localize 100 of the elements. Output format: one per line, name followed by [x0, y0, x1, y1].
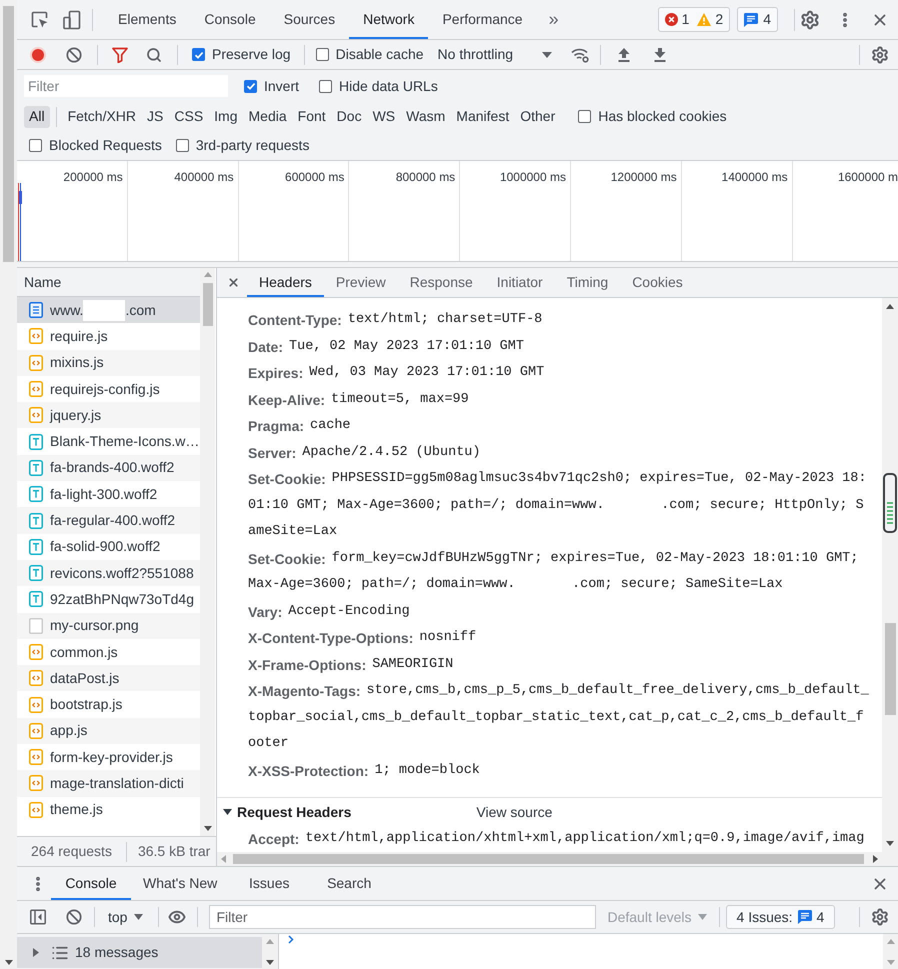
type-filter-button[interactable]: CSS [169, 106, 208, 128]
checkbox[interactable] [316, 48, 329, 61]
type-filter-button[interactable]: Media [244, 106, 292, 128]
scrollbar-thumb[interactable] [202, 283, 212, 326]
request-name: require.js [50, 326, 108, 346]
panel-tab[interactable]: Sources [270, 0, 350, 39]
scroll-down-arrow-icon[interactable] [266, 960, 274, 965]
details-tab[interactable]: Cookies [620, 268, 695, 297]
request-name: fa-brands-400.woff2 [50, 458, 174, 478]
scrollbar-thumb[interactable] [3, 6, 14, 262]
checkbox-label[interactable]: Hide data URLs [339, 76, 438, 96]
eye-icon[interactable] [168, 908, 186, 926]
more-tabs-button[interactable]: » [536, 0, 571, 39]
device-icon[interactable] [62, 10, 82, 30]
drawer-tab[interactable]: What's New [131, 867, 230, 900]
details-tab[interactable]: Timing [554, 268, 620, 297]
checkbox[interactable] [29, 139, 42, 152]
panel-tab[interactable]: Elements [104, 0, 190, 39]
filter-icon[interactable] [112, 46, 128, 62]
details-tab[interactable]: Response [398, 268, 485, 297]
view-source-link[interactable]: View source [476, 802, 552, 822]
search-icon[interactable] [146, 46, 162, 62]
checkbox[interactable] [192, 48, 205, 61]
response-header: Date: Tue, 02 May 2023 17:01:10 GMT [248, 338, 525, 356]
type-filter-button[interactable]: WS [368, 106, 400, 128]
request-row[interactable]: my-cursor.png [17, 612, 200, 639]
request-row[interactable]: mixins.js [17, 350, 200, 376]
panel-tab[interactable]: Performance [428, 0, 537, 39]
expand-caret-icon[interactable] [223, 809, 232, 815]
checkbox-label[interactable]: Disable cache [336, 44, 424, 65]
wifi-gear-icon[interactable] [571, 46, 590, 62]
request-name: common.js [50, 642, 118, 662]
checkbox-label[interactable]: Preserve log [212, 44, 291, 65]
code-file-icon [29, 696, 43, 713]
request-row[interactable]: revicons.woff2?551088 [17, 560, 200, 586]
error-icon [664, 13, 678, 26]
request-name: mixins.js [50, 353, 104, 372]
scrollbar-thumb[interactable] [884, 623, 896, 715]
code-file-icon [29, 644, 43, 660]
type-filter-button[interactable]: Img [209, 106, 243, 128]
type-filter-button[interactable]: Font [292, 106, 331, 128]
filter-input[interactable]: Filter [209, 905, 596, 929]
settings-icon[interactable] [800, 10, 820, 30]
request-row[interactable]: app.js [17, 718, 200, 744]
errors-warnings-button[interactable]: 1 2 [658, 7, 730, 32]
type-filter-button[interactable]: Wasm [401, 106, 450, 128]
settings-icon[interactable] [871, 908, 889, 926]
type-filter-button[interactable]: Manifest [451, 106, 514, 128]
inspect-icon[interactable] [30, 10, 50, 30]
scrollbar-thumb[interactable] [233, 854, 864, 864]
request-name: www. [50, 300, 84, 320]
checkbox[interactable] [578, 110, 592, 123]
column-header[interactable]: Name [17, 268, 200, 297]
type-filter-button[interactable]: All [24, 106, 50, 128]
details-tab[interactable]: Initiator [484, 268, 555, 297]
request-row[interactable]: dataPost.js [17, 665, 200, 692]
request-row[interactable]: mage-translation-dicti [17, 770, 200, 797]
checkbox[interactable] [319, 80, 332, 92]
sidebar-toggle-icon[interactable] [30, 909, 46, 925]
drawer-tab[interactable]: Search [309, 867, 390, 900]
settings-icon[interactable] [871, 46, 889, 64]
timeline-tick-label: 200000 ms [63, 169, 124, 184]
throttling-dropdown[interactable]: No throttling [438, 44, 552, 65]
type-filter-button[interactable]: Fetch/XHR [62, 106, 142, 128]
checkbox-label[interactable]: 3rd-party requests [196, 135, 310, 156]
download-icon[interactable] [652, 46, 668, 62]
record-icon[interactable] [30, 46, 46, 62]
scroll-down-arrow-icon[interactable] [4, 960, 12, 965]
scroll-down-arrow-icon[interactable] [886, 841, 894, 846]
issues-button[interactable]: 4 Issues: 4 [726, 905, 836, 929]
filter-input[interactable]: Filter [24, 75, 228, 97]
request-row[interactable]: jquery.js [17, 402, 200, 428]
panel-tab[interactable]: Console [190, 0, 270, 39]
clear-icon[interactable] [66, 909, 82, 925]
issues-counter-button[interactable]: 4 [737, 7, 778, 32]
request-name: form-key-provider.js [50, 748, 173, 767]
request-row[interactable]: www. .com [17, 297, 200, 324]
sidebar-item[interactable]: 18 messages [17, 937, 262, 968]
scroll-right-arrow-icon[interactable] [873, 855, 878, 863]
checkbox[interactable] [244, 80, 257, 92]
request-row[interactable]: fa-brands-400.woff2 [17, 454, 200, 482]
checkbox-label[interactable]: Invert [264, 76, 300, 96]
scroll-up-arrow-icon[interactable] [886, 304, 894, 309]
type-filter-button[interactable]: Other [515, 106, 560, 128]
checkbox-label[interactable]: Has blocked cookies [598, 106, 727, 127]
context-dropdown[interactable]: top [108, 906, 144, 928]
summary-text: 264 requests [31, 842, 112, 861]
request-row[interactable]: fa-regular-400.woff2 [17, 507, 200, 534]
clear-icon[interactable] [66, 46, 82, 62]
details-tab[interactable]: Preview [324, 268, 398, 297]
close-icon[interactable] [227, 276, 240, 289]
drawer-tab[interactable]: Issues [229, 867, 310, 900]
type-filter-button[interactable]: JS [142, 106, 168, 128]
request-name: mage-translation-dicti [50, 774, 184, 793]
checkbox-label[interactable]: Blocked Requests [49, 135, 162, 156]
checkbox[interactable] [176, 139, 189, 152]
upload-icon[interactable] [616, 46, 632, 62]
scroll-down-arrow-icon[interactable] [204, 826, 212, 831]
section-title[interactable]: Request Headers [237, 802, 352, 822]
type-filter-button[interactable]: Doc [332, 106, 367, 128]
